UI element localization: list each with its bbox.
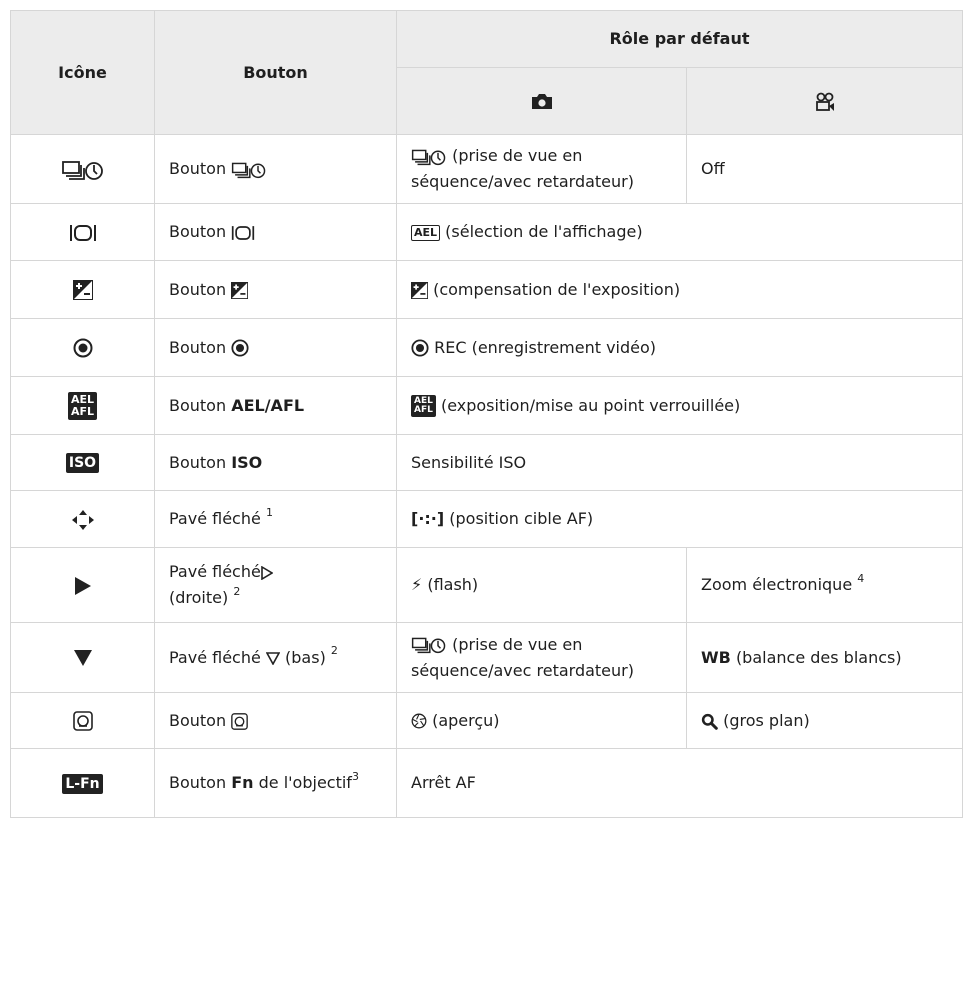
button-cell: Bouton xyxy=(154,134,397,204)
lens-fn-icon: L-Fn xyxy=(62,773,103,794)
photo-role-cell: (aperçu) xyxy=(396,692,687,749)
down-triangle-icon xyxy=(10,622,155,693)
button-roles-table: Icône Bouton Rôle par défaut Bouton (pri… xyxy=(10,10,963,818)
sequential-selftimer-icon xyxy=(411,637,446,654)
movie-camera-icon xyxy=(815,92,834,111)
button-cell: Bouton AEL/AFL xyxy=(154,376,397,435)
header-movie xyxy=(686,67,963,135)
table-row: Pavé fléché 1 [·:·] (position cible AF) xyxy=(10,490,963,548)
record-icon xyxy=(10,318,155,377)
af-target-icon: [·:·] xyxy=(411,509,445,528)
record-icon xyxy=(411,339,429,357)
exposure-compensation-icon xyxy=(10,260,155,319)
table-row: Pavé fléché (droite) 2 ⚡︎ (flash) Zoom é… xyxy=(10,547,963,623)
flash-icon: ⚡︎ xyxy=(411,575,423,594)
record-icon xyxy=(231,339,249,357)
role-cell: REC (enregistrement vidéo) xyxy=(396,318,963,377)
button-cell: Pavé fléché 1 xyxy=(154,490,397,548)
header-icon: Icône xyxy=(10,10,155,135)
sequential-selftimer-icon xyxy=(411,149,446,165)
play-right-icon xyxy=(10,547,155,623)
button-cell: Pavé fléché (bas) 2 xyxy=(154,622,397,693)
photo-role-cell: (prise de vue en séquence/avec retardate… xyxy=(396,622,687,693)
iso-icon: ISO xyxy=(65,453,100,473)
photo-role-cell: (prise de vue en séquence/avec retardate… xyxy=(396,134,687,204)
role-cell: AEL (sélection de l'affichage) xyxy=(396,203,963,261)
table-row: L-Fn Bouton Fn de l'objectif3 Arrêt AF xyxy=(10,748,963,818)
ael-afl-icon: AEL AFL xyxy=(67,391,98,420)
sequential-selftimer-icon xyxy=(232,162,266,178)
preview-button-icon xyxy=(231,712,249,730)
table-row: Pavé fléché (bas) 2 (prise de vue en séq… xyxy=(10,622,963,693)
table-row: AEL AFL Bouton AEL/AFL AEL AFL (exposition… xyxy=(10,376,963,435)
table-row: Bouton (prise de vue en séquence/avec re… xyxy=(10,134,963,204)
role-cell: AEL AFL (exposition/mise au point verroui… xyxy=(396,376,963,435)
movie-role-cell: (gros plan) xyxy=(686,692,963,749)
exposure-compensation-icon xyxy=(231,281,249,299)
role-cell: Arrêt AF xyxy=(396,748,963,818)
header-photo xyxy=(396,67,687,135)
arrow-pad-icon xyxy=(10,490,155,548)
movie-role-cell: Off xyxy=(686,134,963,204)
aperture-icon xyxy=(411,713,427,729)
button-cell: Bouton ISO xyxy=(154,434,397,491)
right-triangle-icon xyxy=(261,565,274,580)
ael-badge-icon: AEL xyxy=(411,224,441,241)
table-row: Bouton AEL (sélection de l'affichage) xyxy=(10,203,963,261)
button-cell: Bouton xyxy=(154,692,397,749)
display-select-icon xyxy=(10,203,155,261)
button-cell: Bouton xyxy=(154,318,397,377)
button-cell: Pavé fléché (droite) 2 xyxy=(154,547,397,623)
role-cell: (compensation de l'exposition) xyxy=(396,260,963,319)
ael-afl-icon: AEL AFL xyxy=(411,395,436,417)
movie-role-cell: WB (balance des blancs) xyxy=(686,622,963,693)
table-row: Bouton (compensation de l'exposition) xyxy=(10,260,963,319)
preview-button-icon xyxy=(10,692,155,749)
role-cell: [·:·] (position cible AF) xyxy=(396,490,963,548)
table-row: Bouton (aperçu) (gros plan) xyxy=(10,692,963,749)
button-cell: Bouton xyxy=(154,260,397,319)
role-cell: Sensibilité ISO xyxy=(396,434,963,491)
down-triangle-outline-icon xyxy=(265,651,281,666)
button-cell: Bouton xyxy=(154,203,397,261)
table-row: Bouton REC (enregistrement vidéo) xyxy=(10,318,963,377)
display-select-icon xyxy=(232,225,255,240)
table-row: ISO Bouton ISO Sensibilité ISO xyxy=(10,434,963,491)
button-cell: Bouton Fn de l'objectif3 xyxy=(154,748,397,818)
movie-role-cell: Zoom électronique 4 xyxy=(686,547,963,623)
magnifier-icon xyxy=(701,713,718,730)
header-button: Bouton xyxy=(154,10,397,135)
sequential-selftimer-icon xyxy=(10,134,155,204)
exposure-compensation-icon xyxy=(411,281,428,299)
camera-icon xyxy=(531,94,552,109)
header-default-role: Rôle par défaut xyxy=(396,10,963,68)
photo-role-cell: ⚡︎ (flash) xyxy=(396,547,687,623)
